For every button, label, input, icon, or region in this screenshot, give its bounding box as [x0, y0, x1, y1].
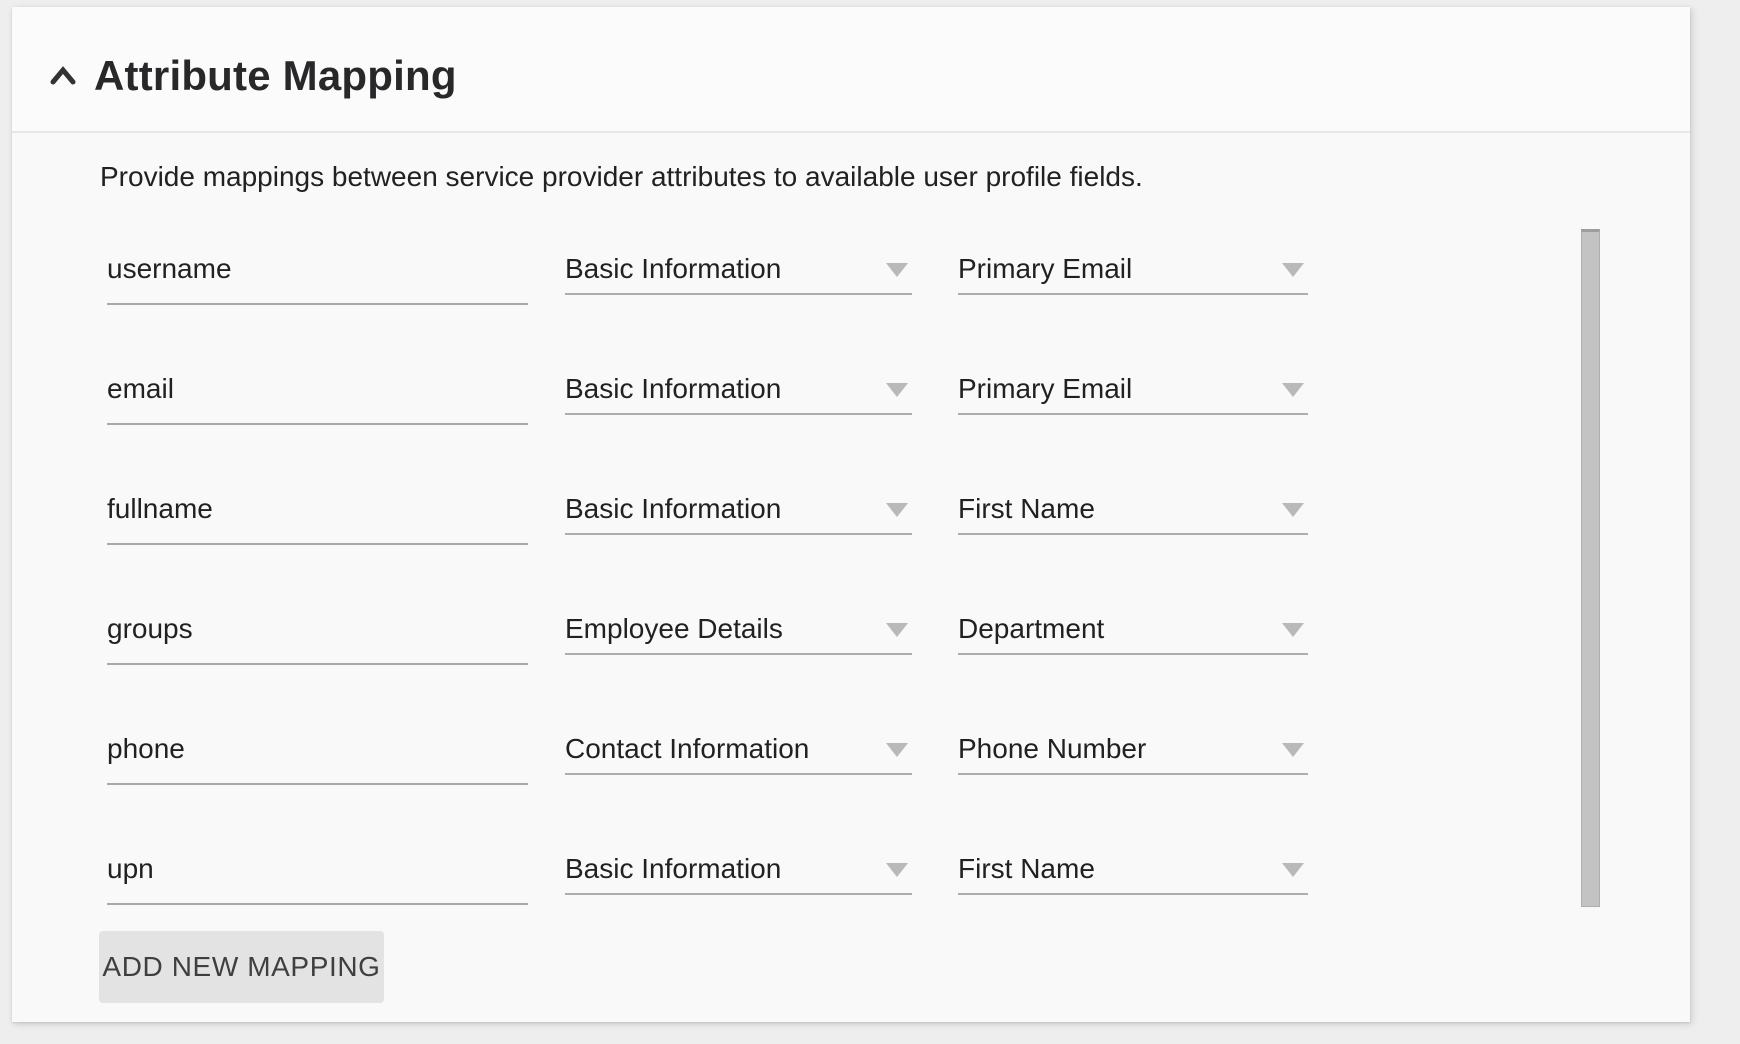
dropdown-arrow-icon	[1282, 383, 1304, 397]
category-dropdown-value: Basic Information	[565, 251, 781, 287]
field-dropdown-value: Primary Email	[958, 251, 1132, 287]
attribute-mapping-card: Attribute Mapping Provide mappings betwe…	[12, 7, 1690, 1022]
attribute-name-input[interactable]	[107, 731, 528, 767]
field-dropdown[interactable]: Department	[958, 581, 1308, 655]
attribute-name-field[interactable]	[107, 341, 528, 425]
collapse-chevron-icon[interactable]	[50, 66, 76, 86]
dropdown-arrow-icon	[1282, 263, 1304, 277]
field-dropdown-value: First Name	[958, 491, 1095, 527]
mapping-row: Contact Information Phone Number	[107, 701, 1690, 787]
category-dropdown-value: Contact Information	[565, 731, 809, 767]
field-dropdown[interactable]: Primary Email	[958, 341, 1308, 415]
category-dropdown[interactable]: Basic Information	[565, 341, 912, 415]
dropdown-arrow-icon	[1282, 503, 1304, 517]
section-description: Provide mappings between service provide…	[100, 160, 1690, 194]
vertical-scrollbar[interactable]	[1581, 229, 1600, 907]
add-new-mapping-button[interactable]: ADD NEW MAPPING	[99, 931, 384, 1003]
attribute-name-field[interactable]	[107, 461, 528, 545]
field-dropdown[interactable]: Primary Email	[958, 221, 1308, 295]
category-dropdown[interactable]: Basic Information	[565, 821, 912, 895]
mapping-row: Basic Information First Name	[107, 821, 1690, 907]
field-dropdown-value: Phone Number	[958, 731, 1146, 767]
attribute-name-field[interactable]	[107, 221, 528, 305]
attribute-name-input[interactable]	[107, 491, 528, 527]
dropdown-arrow-icon	[886, 743, 908, 757]
mapping-row: Basic Information First Name	[107, 461, 1690, 547]
attribute-name-field[interactable]	[107, 821, 528, 905]
dropdown-arrow-icon	[886, 863, 908, 877]
dropdown-arrow-icon	[1282, 743, 1304, 757]
category-dropdown-value: Basic Information	[565, 851, 781, 887]
field-dropdown[interactable]: First Name	[958, 461, 1308, 535]
attribute-name-input[interactable]	[107, 611, 528, 647]
category-dropdown[interactable]: Basic Information	[565, 461, 912, 535]
attribute-name-field[interactable]	[107, 701, 528, 785]
dropdown-arrow-icon	[886, 263, 908, 277]
mapping-rows: Basic Information Primary Email Basic In…	[107, 221, 1690, 907]
mapping-row: Basic Information Primary Email	[107, 341, 1690, 427]
field-dropdown[interactable]: Phone Number	[958, 701, 1308, 775]
dropdown-arrow-icon	[1282, 863, 1304, 877]
category-dropdown[interactable]: Employee Details	[565, 581, 912, 655]
field-dropdown[interactable]: First Name	[958, 821, 1308, 895]
section-header-attribute-mapping[interactable]: Attribute Mapping	[12, 7, 1690, 133]
field-dropdown-value: Department	[958, 611, 1104, 647]
field-dropdown-value: Primary Email	[958, 371, 1132, 407]
attribute-name-input[interactable]	[107, 851, 528, 887]
dropdown-arrow-icon	[886, 503, 908, 517]
field-dropdown-value: First Name	[958, 851, 1095, 887]
dropdown-arrow-icon	[886, 383, 908, 397]
category-dropdown[interactable]: Basic Information	[565, 221, 912, 295]
category-dropdown-value: Basic Information	[565, 491, 781, 527]
mapping-row: Basic Information Primary Email	[107, 221, 1690, 307]
dropdown-arrow-icon	[1282, 623, 1304, 637]
dropdown-arrow-icon	[886, 623, 908, 637]
attribute-name-input[interactable]	[107, 371, 528, 407]
category-dropdown[interactable]: Contact Information	[565, 701, 912, 775]
category-dropdown-value: Employee Details	[565, 611, 783, 647]
category-dropdown-value: Basic Information	[565, 371, 781, 407]
attribute-name-field[interactable]	[107, 581, 528, 665]
page-title: Attribute Mapping	[94, 52, 457, 100]
mapping-row: Employee Details Department	[107, 581, 1690, 667]
attribute-name-input[interactable]	[107, 251, 528, 287]
